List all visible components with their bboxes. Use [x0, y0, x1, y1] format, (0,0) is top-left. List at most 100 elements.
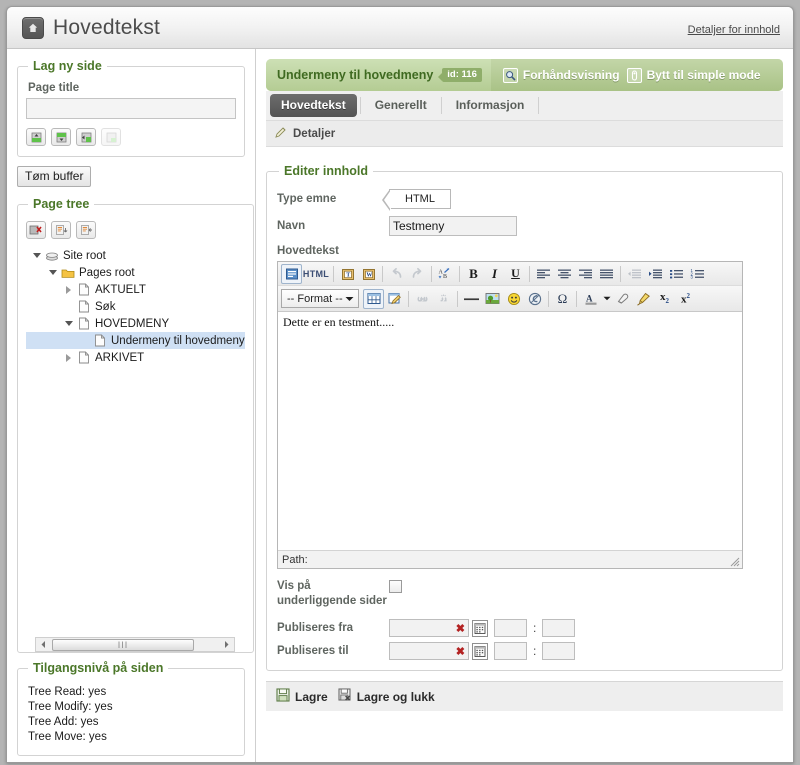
underline-icon[interactable]: U: [505, 264, 526, 284]
access-line: Tree Modify: yes: [28, 701, 113, 713]
rich-text-editor: HTML T W A B B I U 1 2 3 -- Format -- Ω …: [277, 261, 743, 569]
clear-date-icon[interactable]: ✖: [456, 645, 465, 658]
app-root: Hovedtekst Detaljer for innhold Lag ny s…: [0, 0, 800, 765]
chevron-down-icon[interactable]: [601, 289, 612, 309]
outdent-icon: [624, 264, 645, 284]
tree-node[interactable]: ARKIVET: [26, 349, 245, 366]
bold-icon[interactable]: B: [463, 264, 484, 284]
image-tree-icon[interactable]: [482, 289, 503, 309]
omega-icon[interactable]: Ω: [552, 289, 573, 309]
tab-generellt[interactable]: Generellt: [364, 94, 438, 117]
tab-informasjon[interactable]: Informasjon: [445, 94, 536, 117]
tree-node-label: Site root: [63, 249, 106, 262]
type-value-tag[interactable]: HTML: [382, 189, 451, 211]
brush-icon[interactable]: [633, 289, 654, 309]
horizontal-rule-icon[interactable]: [461, 289, 482, 309]
publish-from-calendar-icon[interactable]: [472, 619, 488, 637]
cut-page-icon[interactable]: [51, 221, 71, 239]
tree-twisty-collapsed-icon[interactable]: [62, 351, 75, 364]
publish-to-hour-input[interactable]: [494, 642, 527, 660]
save-button[interactable]: Lagre: [276, 688, 332, 705]
application-window: Hovedtekst Detaljer for innhold Lag ny s…: [6, 6, 794, 763]
type-row: Type emne HTML: [277, 189, 772, 211]
clear-date-icon[interactable]: ✖: [456, 622, 465, 635]
title-bar: Hovedtekst Detaljer for innhold: [7, 7, 793, 49]
save-and-close-label: Lagre og lukk: [356, 689, 435, 704]
tree-node[interactable]: Søk: [26, 298, 245, 315]
add-page-right-icon[interactable]: [76, 128, 96, 146]
superscript-icon[interactable]: x2: [675, 289, 696, 309]
add-page-up-icon[interactable]: [26, 128, 46, 146]
type-label: Type emne: [277, 193, 337, 205]
tree-twisty-collapsed-icon[interactable]: [62, 283, 75, 296]
content-tabs: Hovedtekst Generellt Informasjon: [266, 91, 783, 121]
tree-twisty-placeholder: [62, 300, 75, 313]
simple-mode-button[interactable]: Bytt til simple mode: [626, 67, 761, 83]
align-center-icon[interactable]: [554, 264, 575, 284]
home-icon[interactable]: [22, 16, 44, 39]
publish-to-date-input[interactable]: ✖: [389, 642, 469, 660]
align-justify-icon[interactable]: [596, 264, 617, 284]
scroll-right-arrow-icon[interactable]: [219, 638, 234, 651]
paste-word-icon[interactable]: W: [358, 264, 379, 284]
show-on-sub-pages-checkbox[interactable]: [389, 580, 402, 593]
tree-node[interactable]: Undermeny til hovedmeny: [26, 332, 245, 349]
flash-icon[interactable]: [524, 289, 545, 309]
paste-page-icon[interactable]: [76, 221, 96, 239]
table-edit-icon[interactable]: [384, 289, 405, 309]
paste-text-icon[interactable]: T: [337, 264, 358, 284]
scroll-left-arrow-icon[interactable]: [36, 638, 51, 651]
publish-to-calendar-icon[interactable]: [472, 642, 488, 660]
align-right-icon[interactable]: [575, 264, 596, 284]
italic-icon[interactable]: I: [484, 264, 505, 284]
delete-page-icon[interactable]: [26, 221, 46, 239]
name-input[interactable]: [389, 216, 517, 236]
tree-twisty-expanded-icon[interactable]: [62, 317, 75, 330]
body-label: Hovedtekst: [277, 245, 339, 257]
numbered-list-icon[interactable]: 123: [687, 264, 708, 284]
smiley-face-icon[interactable]: [503, 289, 524, 309]
tree-twisty-expanded-icon[interactable]: [30, 249, 43, 262]
resize-grip-icon[interactable]: [728, 555, 740, 567]
tree-twisty-expanded-icon[interactable]: [46, 266, 59, 279]
tree-node[interactable]: Pages root: [26, 264, 245, 281]
new-page-legend: Lag ny side: [33, 59, 102, 73]
page-tree-legend: Page tree: [33, 197, 90, 211]
text-color-a-icon[interactable]: A: [580, 289, 601, 309]
publish-to-minute-input[interactable]: [542, 642, 576, 660]
clear-buffer-button[interactable]: Tøm buffer: [17, 166, 92, 187]
source-view-icon[interactable]: [281, 263, 302, 284]
table-icon[interactable]: [363, 288, 384, 309]
publish-from-minute-input[interactable]: [542, 619, 576, 637]
tab-hovedtekst[interactable]: Hovedtekst: [270, 94, 357, 117]
tree-horizontal-scrollbar[interactable]: III: [35, 637, 235, 652]
chevron-down-icon: [345, 293, 354, 305]
subscript-icon[interactable]: x2: [654, 289, 675, 309]
details-for-content-link[interactable]: Detaljer for innhold: [688, 24, 780, 36]
editor-body[interactable]: Dette er en testment.....: [278, 312, 742, 550]
new-page-panel: Lag ny side Page title: [17, 59, 245, 157]
indent-icon[interactable]: [645, 264, 666, 284]
tree-node[interactable]: HOVEDMENY: [26, 315, 245, 332]
page-title-input[interactable]: [26, 98, 236, 119]
eraser-icon[interactable]: [612, 289, 633, 309]
site-root-icon: [43, 250, 60, 262]
spellcheck-abc-icon[interactable]: AB: [435, 264, 456, 284]
bullet-list-icon[interactable]: [666, 264, 687, 284]
add-page-down-icon[interactable]: [51, 128, 71, 146]
align-left-icon[interactable]: [533, 264, 554, 284]
scrollbar-thumb[interactable]: III: [52, 638, 194, 651]
page-tree-panel: Page tree Site root Pages root AKTUELT S…: [17, 197, 254, 653]
tree-node[interactable]: Site root: [26, 247, 245, 264]
content-title: Undermeny til hovedmeny: [277, 68, 434, 82]
show-on-sub-pages-label: Vis på underliggende sider: [277, 580, 387, 607]
format-select[interactable]: -- Format --: [281, 289, 359, 308]
page-tree[interactable]: Site root Pages root AKTUELT Søk HOVEDMENY Un…: [26, 247, 245, 652]
preview-button[interactable]: Forhåndsvisning: [502, 67, 620, 83]
publish-from-hour-input[interactable]: [494, 619, 527, 637]
html-label-icon[interactable]: HTML: [302, 264, 330, 284]
save-and-close-button[interactable]: Lagre og lukk: [338, 688, 439, 705]
publish-from-date-input[interactable]: ✖: [389, 619, 469, 637]
tree-node[interactable]: AKTUELT: [26, 281, 245, 298]
content-area: Undermeny til hovedmeny id: 116 Forhånds…: [256, 49, 793, 762]
